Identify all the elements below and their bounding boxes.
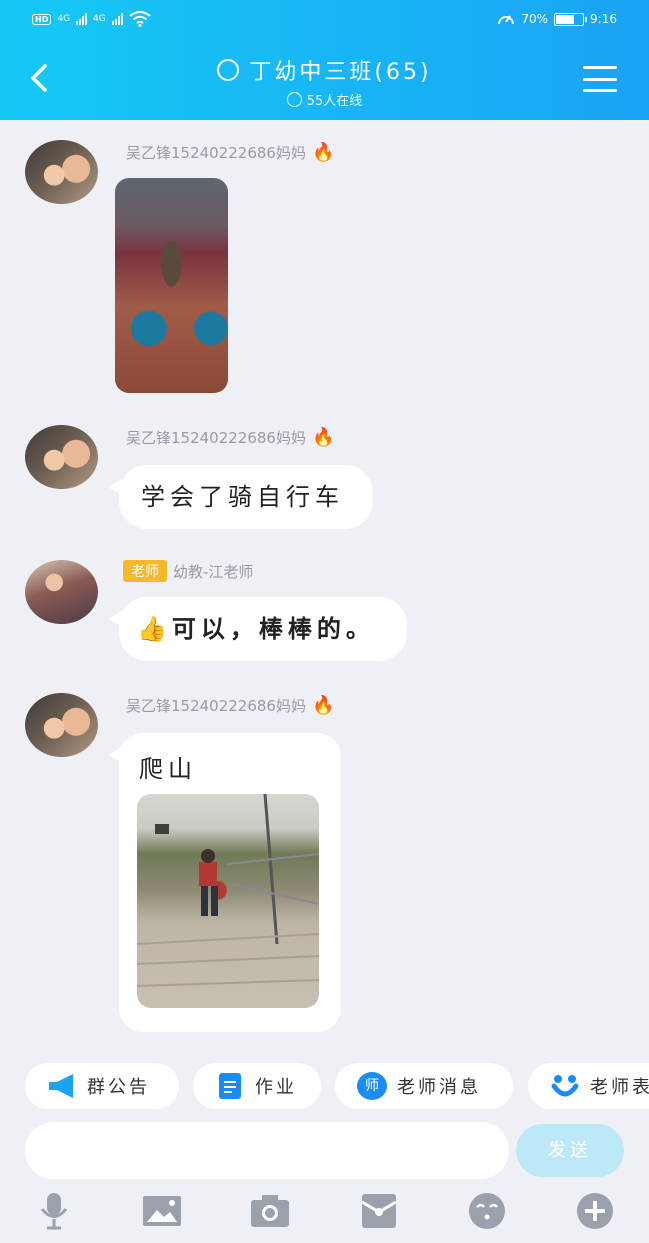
sender-name-text: 幼教-江老师 (173, 562, 254, 581)
avatar[interactable] (25, 140, 98, 204)
camera-icon[interactable] (250, 1192, 290, 1230)
network-label-2: 4G (93, 14, 106, 24)
chip-homework[interactable]: 作业 (193, 1063, 321, 1109)
menu-button[interactable] (583, 66, 617, 92)
battery-percent: 70% (521, 12, 549, 26)
avatar[interactable] (25, 425, 98, 489)
smile-icon (551, 1075, 579, 1097)
battery-icon (554, 12, 588, 26)
chip-announcement[interactable]: 群公告 (25, 1063, 179, 1109)
teacher-tag: 老师 (123, 560, 167, 582)
online-icon (286, 92, 302, 107)
megaphone-icon (49, 1074, 73, 1098)
chip-label: 群公告 (87, 1077, 150, 1098)
chip-label: 老师表 (590, 1077, 649, 1098)
message-text: 学会了骑自行车 (141, 483, 344, 511)
signal-icon-2 (111, 13, 123, 25)
microphone-icon[interactable] (34, 1192, 74, 1230)
status-left: HD 4G 4G (32, 11, 151, 27)
avatar[interactable] (25, 560, 98, 624)
thumbs-up-icon: 👍 (137, 615, 172, 643)
red-packet-icon[interactable] (359, 1192, 399, 1230)
photo-kid-climbing[interactable] (137, 794, 319, 1008)
chip-label: 作业 (255, 1077, 297, 1098)
speed-icon (498, 15, 515, 25)
message-text: 可以，棒棒的。 (171, 615, 375, 643)
hd-badge: HD (32, 13, 52, 25)
sender-name: 吴乙锋15240222686妈妈 🔥 (126, 427, 334, 448)
fire-icon: 🔥 (311, 694, 335, 716)
sender-name-text: 吴乙锋15240222686妈妈 (126, 429, 306, 447)
wifi-icon (129, 11, 151, 27)
message-text: 爬山 (139, 755, 197, 783)
document-icon (219, 1073, 241, 1099)
menu-line (583, 89, 617, 92)
clock: 9:16 (590, 12, 617, 26)
photo-kid-bike[interactable] (115, 178, 228, 393)
title-area: 丁幼中三班(65) 55人在线 (0, 54, 649, 109)
group-title-text: 丁幼中三班(65) (249, 60, 432, 85)
plus-icon[interactable] (575, 1192, 615, 1230)
fire-icon: 🔥 (311, 426, 335, 448)
sender-name: 吴乙锋15240222686妈妈 🔥 (126, 142, 334, 163)
image-icon[interactable] (142, 1192, 182, 1230)
send-button[interactable]: 发送 (516, 1124, 624, 1177)
teacher-chat-icon: 师 (357, 1072, 387, 1100)
message-bubble[interactable]: 学会了骑自行车 (108, 465, 373, 529)
online-status: 55人在线 (0, 90, 649, 109)
chip-label: 老师消息 (397, 1077, 481, 1098)
sender-name-text: 吴乙锋15240222686妈妈 (126, 144, 306, 162)
menu-line (583, 66, 617, 69)
group-title[interactable]: 丁幼中三班(65) (217, 54, 431, 86)
menu-line (583, 77, 617, 81)
chip-teacher-more[interactable]: 老师表 (528, 1063, 649, 1109)
photo-scene (137, 794, 319, 987)
sender-name: 老师 幼教-江老师 (123, 560, 253, 582)
emoji-icon[interactable] (467, 1192, 507, 1230)
online-count: 55人在线 (306, 94, 363, 109)
avatar[interactable] (25, 693, 98, 757)
chat-header: HD 4G 4G 70% 9:16 丁幼中三班(65) 55人在线 (0, 0, 649, 120)
fire-icon: 🔥 (311, 141, 335, 163)
sender-name-text: 吴乙锋15240222686妈妈 (126, 697, 306, 715)
network-label-1: 4G (57, 14, 71, 24)
ear-icon (217, 59, 240, 81)
status-bar: HD 4G 4G 70% 9:16 (0, 0, 649, 40)
message-bubble[interactable]: 👍可以，棒棒的。 (108, 597, 407, 661)
message-bubble[interactable]: 爬山 (108, 733, 341, 1032)
chip-teacher-message[interactable]: 师 老师消息 (335, 1063, 513, 1109)
sender-name: 吴乙锋15240222686妈妈 🔥 (126, 695, 334, 716)
message-input[interactable] (25, 1122, 509, 1179)
status-right: 70% 9:16 (497, 11, 617, 27)
signal-icon (76, 13, 88, 25)
battery-fill (556, 14, 575, 24)
